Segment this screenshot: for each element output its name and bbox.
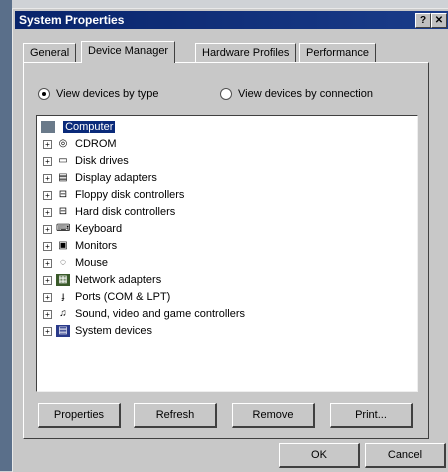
help-button[interactable]: ? (415, 13, 431, 28)
network-adapter-icon: ▦ (56, 274, 70, 287)
radio-selected-icon (38, 88, 50, 100)
tree-item-label: Ports (COM & LPT) (75, 291, 171, 303)
tree-item-label: Network adapters (75, 274, 162, 286)
tree-item-label: Display adapters (75, 172, 157, 184)
device-tree[interactable]: Computer + ◎ CDROM + ▭ Disk drives + ▤ Display… (36, 115, 418, 392)
tree-item-label: Hard disk controllers (75, 206, 176, 218)
tab-hardware-profiles[interactable]: Hardware Profiles (195, 43, 297, 62)
expand-icon[interactable]: + (43, 258, 52, 268)
cdrom-icon: ◎ (58, 138, 68, 150)
expand-icon[interactable]: + (43, 241, 52, 251)
floppy-controller-icon: ⊟ (58, 189, 68, 201)
cancel-button[interactable]: Cancel (365, 443, 446, 468)
expand-icon[interactable]: + (43, 275, 52, 285)
window-title: System Properties (19, 13, 125, 27)
monitor-icon: ▣ (58, 240, 68, 252)
tree-item-label: Monitors (75, 240, 118, 252)
properties-button[interactable]: Properties (38, 403, 121, 428)
tree-item-label: CDROM (75, 138, 117, 150)
expand-icon[interactable]: + (43, 292, 52, 302)
tab-general[interactable]: General (23, 43, 77, 62)
tree-item-mouse[interactable]: + ◌ Mouse (43, 255, 108, 271)
ok-button[interactable]: OK (279, 443, 360, 468)
tree-item-label: Mouse (75, 257, 109, 269)
display-adapter-icon: ▤ (58, 172, 68, 184)
expand-icon[interactable]: + (43, 207, 52, 217)
view-options: View devices by type View devices by con… (38, 88, 418, 104)
expand-icon[interactable]: + (43, 224, 52, 234)
expand-icon[interactable]: + (43, 190, 52, 200)
hard-disk-controller-icon: ⊟ (58, 206, 68, 218)
mouse-icon: ◌ (60, 257, 66, 269)
title-bar: System Properties ? ✕ (15, 11, 448, 29)
tree-item-system-devices[interactable]: + ▤ System devices (43, 323, 152, 339)
expand-icon[interactable]: + (43, 326, 52, 336)
tree-item-sound-video-game[interactable]: + ♫ Sound, video and game controllers (43, 306, 245, 322)
tree-item-monitors[interactable]: + ▣ Monitors (43, 238, 117, 254)
print-button[interactable]: Print... (330, 403, 413, 428)
radio-unselected-icon (220, 88, 232, 100)
system-devices-icon: ▤ (56, 325, 70, 338)
view-by-type-radio[interactable]: View devices by type (38, 88, 159, 100)
tree-item-ports[interactable]: + ɟ Ports (COM & LPT) (43, 289, 170, 305)
tree-item-label: System devices (75, 325, 153, 337)
tree-item-label: Floppy disk controllers (75, 189, 185, 201)
expand-icon[interactable]: + (43, 139, 52, 149)
refresh-button[interactable]: Refresh (134, 403, 217, 428)
view-by-connection-label: View devices by connection (238, 88, 373, 100)
remove-button[interactable]: Remove (232, 403, 315, 428)
tree-item-network-adapters[interactable]: + ▦ Network adapters (43, 272, 161, 288)
close-button[interactable]: ✕ (431, 13, 447, 28)
tree-item-disk-drives[interactable]: + ▭ Disk drives (43, 153, 129, 169)
sound-icon: ♫ (59, 308, 67, 320)
system-properties-window: System Properties ? ✕ General Device Man… (12, 8, 448, 472)
tree-item-label: Keyboard (75, 223, 123, 235)
tree-root-label: Computer (63, 121, 116, 133)
expand-icon[interactable]: + (43, 156, 52, 166)
device-manager-panel: View devices by type View devices by con… (23, 62, 429, 439)
tree-item-hard-disk-controllers[interactable]: + ⊟ Hard disk controllers (43, 204, 175, 220)
tree-item-floppy-controllers[interactable]: + ⊟ Floppy disk controllers (43, 187, 184, 203)
tab-device-manager[interactable]: Device Manager (81, 41, 176, 63)
tree-item-cdrom[interactable]: + ◎ CDROM (43, 136, 117, 152)
tree-root[interactable]: Computer (41, 119, 116, 135)
background-edge (0, 0, 12, 471)
port-icon: ɟ (61, 291, 65, 303)
view-by-connection-radio[interactable]: View devices by connection (220, 88, 373, 100)
tab-performance[interactable]: Performance (299, 43, 376, 62)
keyboard-icon: ⌨ (56, 223, 71, 235)
tree-item-label: Sound, video and game controllers (75, 308, 245, 320)
tree-item-label: Disk drives (75, 155, 129, 167)
expand-icon[interactable]: + (43, 309, 52, 319)
disk-drive-icon: ▭ (58, 155, 68, 167)
view-by-type-label: View devices by type (56, 88, 159, 100)
expand-icon[interactable]: + (43, 173, 52, 183)
tree-item-display-adapters[interactable]: + ▤ Display adapters (43, 170, 157, 186)
tree-item-keyboard[interactable]: + ⌨ Keyboard (43, 221, 122, 237)
computer-icon (41, 121, 55, 134)
